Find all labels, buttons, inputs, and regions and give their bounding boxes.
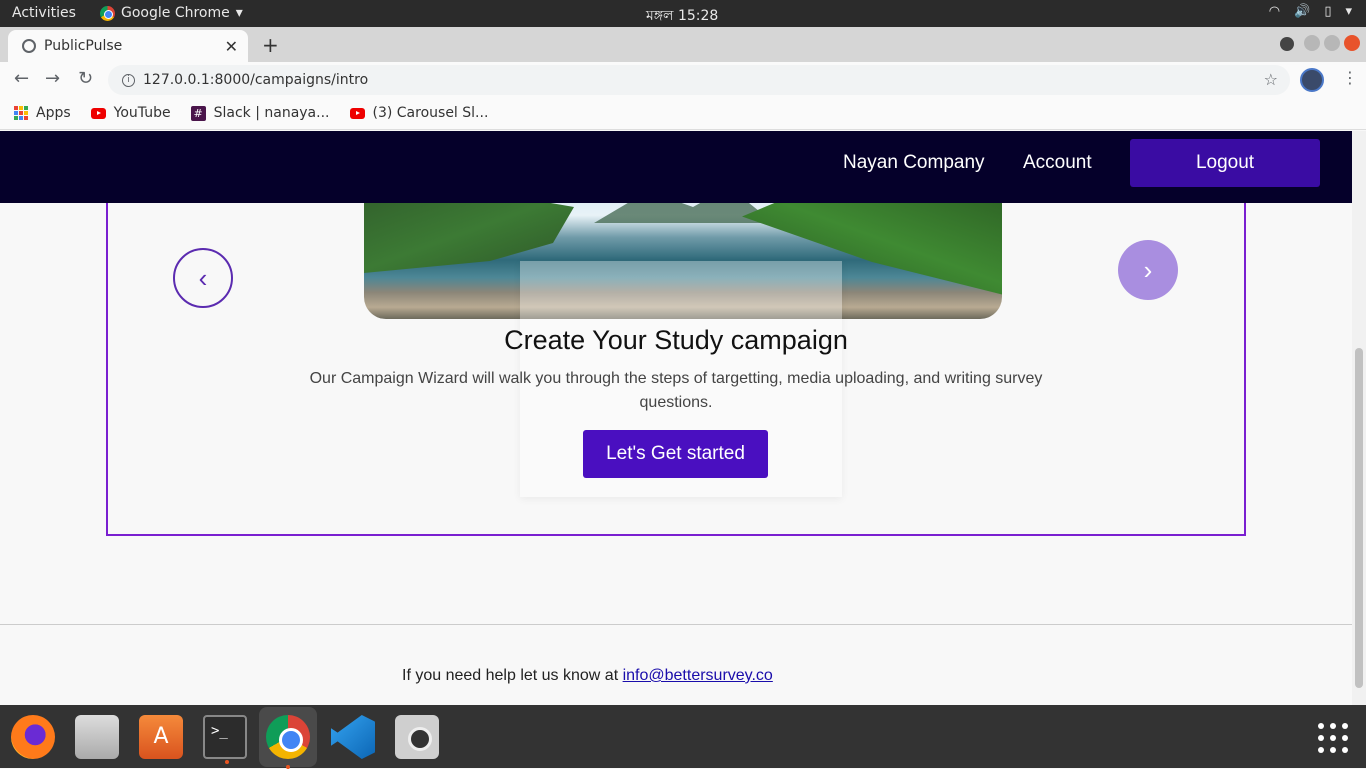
info-icon[interactable]: i bbox=[122, 73, 135, 87]
bookmark-slack[interactable]: # Slack | nanaya... bbox=[190, 105, 330, 121]
bookmark-label: Apps bbox=[36, 105, 71, 121]
bookmark-label: Slack | nanaya... bbox=[213, 105, 330, 121]
chevron-down-icon: ▾ bbox=[1345, 4, 1352, 19]
minimize-button[interactable] bbox=[1304, 35, 1320, 51]
files-icon[interactable] bbox=[75, 715, 119, 759]
bookmarks-bar: Apps YouTube # Slack | nanaya... (3) Car… bbox=[0, 97, 1366, 130]
chevron-down-icon: ▾ bbox=[235, 5, 243, 21]
firefox-icon[interactable] bbox=[11, 715, 55, 759]
carousel-prev-button[interactable]: ‹ bbox=[173, 248, 233, 308]
address-bar[interactable]: i 127.0.0.1:8000/campaigns/intro ☆ bbox=[108, 65, 1290, 95]
activities-button[interactable]: Activities bbox=[12, 5, 76, 21]
new-tab-button[interactable]: + bbox=[262, 33, 279, 57]
browser-toolbar: ← → ↻ i 127.0.0.1:8000/campaigns/intro ☆… bbox=[0, 62, 1366, 97]
bookmark-label: (3) Carousel Sl... bbox=[372, 105, 489, 121]
slack-icon: # bbox=[190, 105, 206, 121]
bookmark-label: YouTube bbox=[113, 105, 171, 121]
volume-icon: 🔊 bbox=[1294, 4, 1311, 19]
bookmark-youtube[interactable]: YouTube bbox=[90, 105, 171, 121]
ubuntu-dock: A >_ bbox=[0, 705, 1366, 769]
terminal-icon[interactable]: >_ bbox=[203, 715, 247, 764]
chrome-dock-slot[interactable] bbox=[259, 707, 317, 769]
window-controls bbox=[1304, 35, 1360, 51]
software-store-icon[interactable]: A bbox=[139, 715, 183, 759]
youtube-icon bbox=[349, 107, 365, 119]
more-menu-icon[interactable]: ⋮ bbox=[1342, 68, 1358, 87]
footer-divider bbox=[0, 624, 1352, 625]
show-apps-icon[interactable] bbox=[1318, 723, 1348, 753]
system-top-bar: Activities Google Chrome ▾ মঙ্গল 15:28 ◠… bbox=[0, 0, 1366, 27]
wifi-icon: ◠ bbox=[1268, 4, 1281, 19]
running-indicator bbox=[286, 765, 290, 769]
carousel-next-button[interactable]: › bbox=[1118, 240, 1178, 300]
youtube-icon bbox=[90, 107, 106, 119]
footer-help: If you need help let us know at info@bet… bbox=[402, 667, 773, 685]
site-navbar: Nayan Company Account Logout bbox=[0, 131, 1352, 203]
chevron-left-icon: ‹ bbox=[198, 262, 208, 293]
system-tray[interactable]: ◠ 🔊 ▯ ▾ bbox=[1269, 4, 1352, 19]
browser-tab[interactable]: PublicPulse ✕ bbox=[8, 30, 248, 62]
battery-icon: ▯ bbox=[1324, 4, 1332, 19]
page-scrollbar[interactable] bbox=[1352, 131, 1366, 705]
bookmark-star-icon[interactable]: ☆ bbox=[1264, 70, 1278, 89]
globe-icon bbox=[22, 39, 36, 53]
chrome-icon bbox=[100, 5, 115, 21]
close-window-button[interactable] bbox=[1344, 35, 1360, 51]
carousel-description: Our Campaign Wizard will walk you throug… bbox=[309, 370, 1043, 411]
tab-search-icon[interactable] bbox=[1280, 37, 1294, 51]
nav-company-link[interactable]: Nayan Company bbox=[843, 152, 985, 174]
scrollbar-thumb[interactable] bbox=[1355, 348, 1363, 688]
page-viewport: ‹ › Create Your Study campaign Our Campa… bbox=[0, 131, 1352, 705]
running-indicator bbox=[225, 760, 229, 764]
chevron-right-icon: › bbox=[1143, 254, 1153, 285]
bookmark-apps[interactable]: Apps bbox=[14, 105, 71, 121]
tab-strip: PublicPulse ✕ + bbox=[0, 27, 1366, 62]
apps-grid-icon bbox=[14, 106, 28, 120]
nav-account-link[interactable]: Account bbox=[1023, 152, 1092, 174]
help-text: If you need help let us know at bbox=[402, 667, 619, 684]
forward-icon[interactable]: → bbox=[45, 68, 60, 89]
reload-icon[interactable]: ↻ bbox=[78, 68, 93, 89]
tab-title: PublicPulse bbox=[44, 38, 123, 54]
get-started-button[interactable]: Let's Get started bbox=[583, 430, 768, 478]
vscode-icon[interactable] bbox=[331, 715, 375, 759]
app-menu-label: Google Chrome bbox=[121, 5, 230, 21]
close-tab-icon[interactable]: ✕ bbox=[225, 37, 238, 56]
logout-button[interactable]: Logout bbox=[1130, 139, 1320, 187]
chrome-icon bbox=[266, 715, 310, 759]
app-menu[interactable]: Google Chrome ▾ bbox=[100, 5, 243, 21]
url-text: 127.0.0.1:8000/campaigns/intro bbox=[143, 72, 369, 88]
carousel-title: Create Your Study campaign bbox=[504, 325, 848, 355]
profile-avatar[interactable] bbox=[1300, 68, 1324, 92]
help-email-link[interactable]: info@bettersurvey.co bbox=[623, 667, 773, 684]
screenshot-icon[interactable] bbox=[395, 715, 439, 759]
clock[interactable]: মঙ্গল 15:28 bbox=[646, 4, 718, 28]
maximize-button[interactable] bbox=[1324, 35, 1340, 51]
back-icon[interactable]: ← bbox=[14, 68, 29, 89]
bookmark-carousel[interactable]: (3) Carousel Sl... bbox=[349, 105, 489, 121]
